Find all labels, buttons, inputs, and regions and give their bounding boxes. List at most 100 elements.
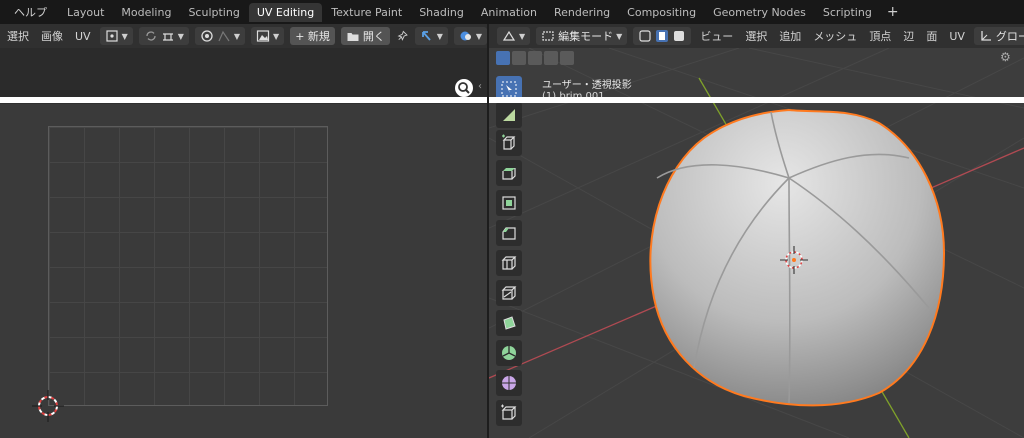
tool-spin[interactable] [496,340,522,366]
image-icon [256,30,270,42]
tab-uv-editing[interactable]: UV Editing [248,2,323,22]
inset-icon [502,196,516,210]
uv-editor-header: 選択 画像 UV ▼ ▼ ▼ ▼ + 新規 開く ▼ ▼ [0,24,487,48]
viewport-header: ▼ 編集モード ▼ ビュー 選択 追加 メッシュ 頂点 辺 面 UV グローバル [489,24,1024,48]
magnet-icon [421,31,431,41]
open-image-label: 開く [362,30,385,43]
vertex-select-icon [105,30,118,42]
sync-icon [146,31,156,41]
select-new-button[interactable] [496,51,510,65]
tab-geometry-nodes[interactable]: Geometry Nodes [705,3,814,22]
tool-shelf [492,76,524,438]
menu-vertex[interactable]: 頂点 [866,28,894,44]
menu-edge[interactable]: 辺 [900,28,917,44]
orientation-icon [981,31,991,41]
vertex-mode-icon [639,30,651,42]
menu-face[interactable]: 面 [923,28,940,44]
select-invert-button[interactable] [544,51,558,65]
editor-type-dropdown[interactable]: ▼ [497,27,531,45]
measure-icon [503,109,515,121]
folder-icon [347,33,359,41]
vertical-area-divider[interactable] [487,24,489,438]
menu-select-3d[interactable]: 選択 [742,28,770,44]
spin-icon [502,346,516,360]
loop-cut-icon [501,256,517,270]
tab-modeling[interactable]: Modeling [113,3,179,22]
editor-type-icon [502,30,516,41]
menu-uv[interactable]: UV [72,30,94,43]
chevron-left-icon[interactable]: ‹ [478,81,482,92]
add-workspace-button[interactable]: + [881,4,905,20]
tool-extrude[interactable] [496,160,522,186]
menu-view[interactable]: ビュー [697,28,736,44]
tab-shading[interactable]: Shading [411,3,472,22]
edge-mode-icon [656,30,669,42]
tool-bevel[interactable] [496,220,522,246]
zoom-icon [458,82,470,94]
proportional-edit-toggle[interactable]: ▼ [194,27,246,45]
face-mode-icon [674,31,685,41]
select-subtract-button[interactable] [528,51,542,65]
tool-measure[interactable] [496,102,522,128]
viewport-view-label: ユーザー・透視投影 [542,80,632,91]
tab-compositing[interactable]: Compositing [619,3,704,22]
proportional-icon [201,30,213,42]
shear-icon [501,404,517,420]
zoom-button[interactable] [455,79,473,97]
select-mode-group[interactable] [633,27,692,45]
3d-cursor-icon [32,390,64,422]
smooth-icon [502,376,516,390]
tool-poly-build[interactable] [496,310,522,336]
pin-icon[interactable] [396,29,409,43]
3d-viewport[interactable] [489,48,1024,438]
pivot-icon [162,33,173,41]
tab-rendering[interactable]: Rendering [546,3,618,22]
tool-inset[interactable] [496,190,522,216]
orientation-label: グローバル [995,30,1024,43]
tool-shear[interactable] [496,400,522,426]
select-intersect-button[interactable] [560,51,574,65]
uv-snap-dropdown[interactable]: ▼ [414,27,448,45]
top-bar: ヘルプ Layout Modeling Sculpting UV Editing… [0,0,1024,24]
open-image-button[interactable]: 開く [340,27,390,45]
viewport-scene [489,48,1024,438]
uv-select-mode-dropdown[interactable]: ▼ [99,27,133,45]
menu-uv-3d[interactable]: UV [946,30,968,43]
menu-help[interactable]: ヘルプ [0,4,59,20]
transform-orientation-dropdown[interactable]: グローバル [973,27,1024,45]
tab-sculpting[interactable]: Sculpting [180,3,247,22]
menu-mesh[interactable]: メッシュ [810,28,860,44]
mode-label: 編集モード [558,30,614,43]
tab-scripting[interactable]: Scripting [815,3,880,22]
navigation-gizmo-icon[interactable]: ⚙ [1000,50,1011,64]
image-browse-dropdown[interactable]: ▼ [251,27,285,45]
tab-texture-paint[interactable]: Texture Paint [323,3,410,22]
tab-animation[interactable]: Animation [473,3,545,22]
mode-dropdown[interactable]: 編集モード ▼ [536,27,628,45]
falloff-icon [218,30,230,42]
menu-add[interactable]: 追加 [776,28,804,44]
extrude-icon [502,168,516,180]
menu-select[interactable]: 選択 [4,28,32,44]
tool-knife[interactable] [496,280,522,306]
menu-image[interactable]: 画像 [38,28,66,44]
select-extend-button[interactable] [512,51,526,65]
add-cube-icon [502,134,516,150]
tab-layout[interactable]: Layout [59,3,112,22]
poly-build-icon [503,316,516,330]
overlay-icon [460,31,471,41]
uv-grid [48,126,328,406]
uv-sync-toggle[interactable]: ▼ [138,27,189,45]
tool-smooth[interactable] [496,370,522,396]
tool-add-cube[interactable] [496,130,522,156]
uv-overlay-dropdown[interactable]: ▼ [453,27,487,45]
knife-icon [501,286,517,300]
select-box-icon [501,81,517,97]
area-split-divider[interactable] [0,97,1024,103]
edit-mode-icon [542,31,554,41]
bevel-icon [502,227,516,240]
selection-mode-buttons [496,51,574,67]
uv-editor-upper-region [0,48,487,98]
new-image-button[interactable]: + 新規 [290,27,335,45]
tool-loop-cut[interactable] [496,250,522,276]
